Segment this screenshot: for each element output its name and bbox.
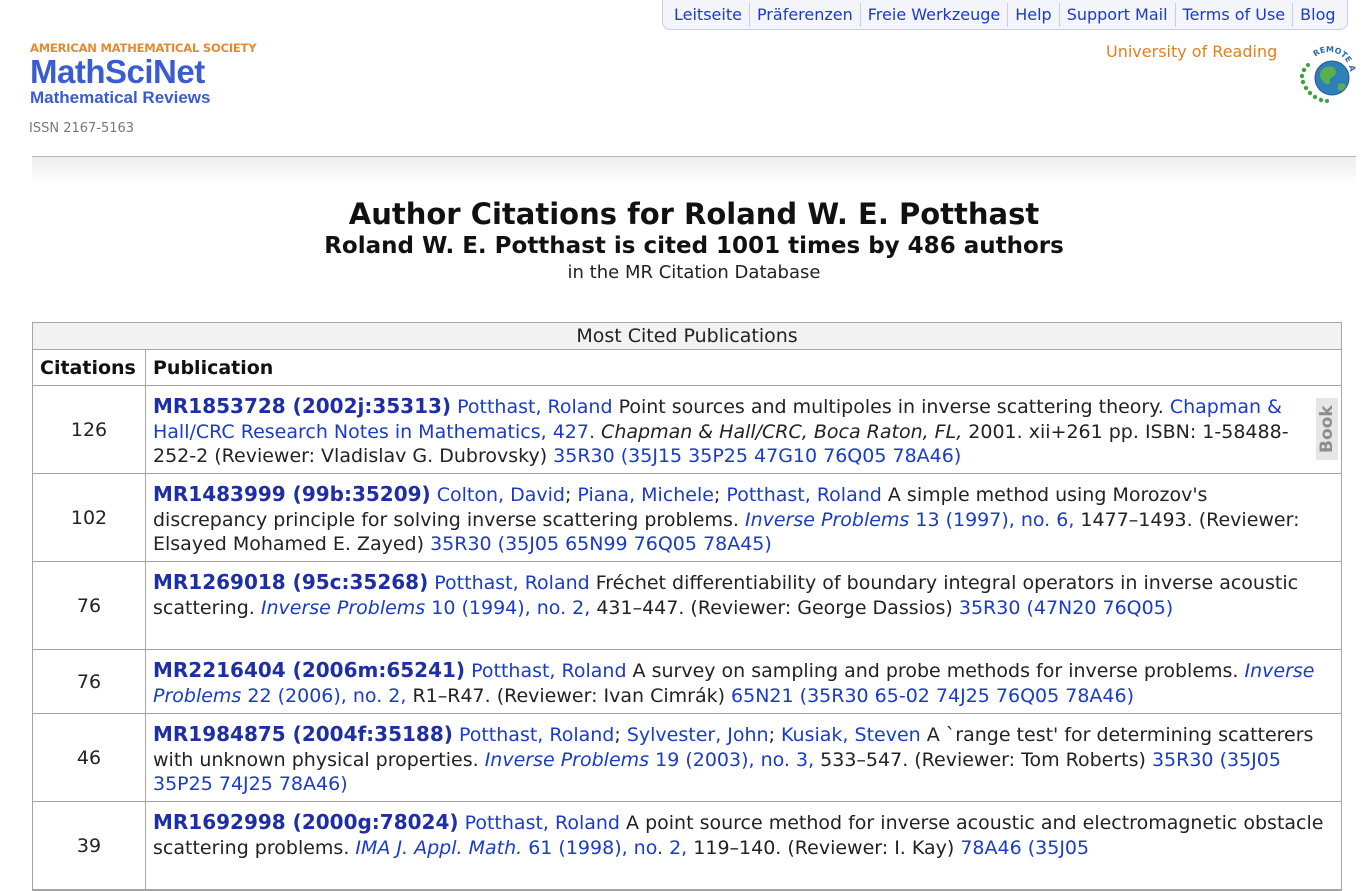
- pub-details: 119–140. (Reviewer: I. Kay): [687, 836, 961, 859]
- nav-link-terms[interactable]: Terms of Use: [1174, 2, 1293, 27]
- mr-number-link[interactable]: MR1984875 (2004f:35188): [153, 722, 453, 746]
- citation-count: 39: [33, 802, 146, 889]
- nav-link-free-tools[interactable]: Freie Werkzeuge: [859, 2, 1007, 27]
- journal-name: IMA J. Appl. Math.: [355, 836, 523, 859]
- mr-number-link[interactable]: MR2216404 (2006m:65241): [153, 658, 465, 682]
- author-link[interactable]: Potthast, Roland: [465, 812, 620, 834]
- top-nav: Leitseite Präferenzen Freie Werkzeuge He…: [662, 0, 1348, 30]
- citation-count: 46: [33, 714, 146, 801]
- publication-cell: MR1483999 (99b:35209) Colton, David; Pia…: [153, 482, 1300, 556]
- table-row: 76 MR2216404 (2006m:65241) Potthast, Rol…: [33, 650, 1341, 714]
- journal-name: Inverse Problems: [484, 748, 650, 771]
- most-cited-table: Most Cited Publications Citations Public…: [32, 322, 1342, 891]
- journal-name: Inverse Problems: [744, 508, 910, 531]
- table-row: 126 MR1853728 (2002j:35313) Potthast, Ro…: [33, 386, 1341, 474]
- book-tab[interactable]: Book: [1316, 398, 1338, 460]
- journal-issue: 10 (1994), no. 2,: [425, 596, 591, 619]
- citation-count: 126: [33, 386, 146, 473]
- classification-link[interactable]: 78A46 (35J05: [960, 837, 1089, 859]
- pub-title: A survey on sampling and probe methods f…: [626, 660, 1245, 682]
- classification-link[interactable]: 35R30 (35J05 65N99 76Q05 78A45): [430, 533, 772, 555]
- journal-issue: 61 (1998), no. 2,: [522, 836, 688, 859]
- mathscinet-logo[interactable]: AMERICAN MATHEMATICAL SOCIETY MathSciNet…: [30, 42, 257, 108]
- author-link[interactable]: Sylvester, John: [627, 724, 769, 746]
- nav-link-blog[interactable]: Blog: [1292, 2, 1342, 27]
- citation-count: 76: [33, 562, 146, 649]
- journal-issue: 22 (2006), no. 2,: [241, 684, 407, 707]
- classification-link[interactable]: 35R30 (35J15 35P25 47G10 76Q05 78A46): [553, 445, 961, 467]
- publication-cell: MR1269018 (95c:35268) Potthast, Roland F…: [146, 562, 1341, 649]
- author-link[interactable]: Colton, David: [437, 484, 565, 506]
- institution-name: University of Reading: [1106, 42, 1278, 61]
- publication-cell: MR1984875 (2004f:35188) Potthast, Roland…: [153, 722, 1314, 796]
- author-link[interactable]: Piana, Michele: [577, 484, 714, 506]
- publication-cell: MR1853728 (2002j:35313) Potthast, Roland…: [146, 386, 1341, 473]
- table-header: Citations Publication: [33, 350, 1341, 386]
- publication-cell: MR1692998 (2000g:78024) Potthast, Roland…: [146, 802, 1341, 889]
- journal-link[interactable]: Inverse Problems 10 (1994), no. 2,: [261, 597, 590, 619]
- page-title: Author Citations for Roland W. E. Pottha…: [348, 197, 1040, 231]
- author-link[interactable]: Potthast, Roland: [457, 396, 612, 418]
- header-publication: Publication: [153, 357, 274, 379]
- nav-link-preferences[interactable]: Präferenzen: [748, 2, 860, 27]
- publication-cell: MR2216404 (2006m:65241) Potthast, Roland…: [146, 650, 1341, 713]
- mr-number-link[interactable]: MR1853728 (2002j:35313): [153, 394, 451, 418]
- page-titles: Author Citations for Roland W. E. Pottha…: [0, 196, 1368, 286]
- classification-link[interactable]: 65N21 (35R30 65-02 74J25 76Q05 78A46): [731, 685, 1134, 707]
- pub-details: 533–547. (Reviewer: Tom Roberts): [814, 748, 1152, 771]
- journal-link[interactable]: Inverse Problems 13 (1997), no. 6,: [745, 509, 1074, 531]
- pub-title: Point sources and multipoles in inverse …: [612, 396, 1170, 418]
- citation-count: 102: [33, 474, 146, 561]
- table-row: 46 MR1984875 (2004f:35188) Potthast, Rol…: [33, 714, 1341, 802]
- issn-label: ISSN 2167-5163: [29, 121, 135, 136]
- pub-details: R1–R47. (Reviewer: Ivan Cimrák): [406, 684, 732, 707]
- citation-summary: Roland W. E. Potthast is cited 1001 time…: [324, 233, 1064, 259]
- citation-count: 76: [33, 650, 146, 713]
- table-row: 76 MR1269018 (95c:35268) Potthast, Rolan…: [33, 562, 1341, 650]
- table-row: 39 MR1692998 (2000g:78024) Potthast, Rol…: [33, 802, 1341, 890]
- header-citations: Citations: [33, 350, 146, 385]
- nav-link-home[interactable]: Leitseite: [667, 3, 749, 27]
- author-link[interactable]: Potthast, Roland: [726, 484, 881, 506]
- journal-link[interactable]: Inverse Problems 19 (2003), no. 3,: [485, 749, 814, 771]
- journal-issue: 19 (2003), no. 3,: [649, 748, 815, 771]
- mr-number-link[interactable]: MR1483999 (99b:35209): [153, 482, 431, 506]
- author-link[interactable]: Potthast, Roland: [471, 660, 626, 682]
- publisher: Chapman & Hall/CRC, Boca Raton, FL,: [595, 420, 963, 443]
- nav-link-support-mail[interactable]: Support Mail: [1058, 2, 1175, 27]
- nav-link-help[interactable]: Help: [1007, 2, 1058, 27]
- brand-name: MathSciNet: [30, 53, 205, 90]
- author-link[interactable]: Kusiak, Steven: [781, 724, 921, 746]
- author-link[interactable]: Potthast, Roland: [459, 724, 614, 746]
- journal-link[interactable]: IMA J. Appl. Math. 61 (1998), no. 2,: [355, 837, 687, 859]
- pub-details: 431–447. (Reviewer: George Dassios): [590, 596, 959, 619]
- database-note: in the MR Citation Database: [567, 262, 821, 283]
- classification-link[interactable]: 35R30 (47N20 76Q05): [959, 597, 1173, 619]
- author-link[interactable]: Potthast, Roland: [434, 572, 589, 594]
- journal-issue: 13 (1997), no. 6,: [909, 508, 1075, 531]
- remote-access-globe-icon: REMOTE ACCESS: [1296, 40, 1357, 103]
- mr-number-link[interactable]: MR1692998 (2000g:78024): [153, 810, 459, 834]
- header-divider: [32, 156, 1356, 186]
- table-row: 102 MR1483999 (99b:35209) Colton, David;…: [33, 474, 1341, 562]
- table-caption: Most Cited Publications: [33, 323, 1341, 350]
- brand-subtitle: Mathematical Reviews: [30, 88, 211, 107]
- journal-name: Inverse Problems: [260, 596, 426, 619]
- mr-number-link[interactable]: MR1269018 (95c:35268): [153, 570, 428, 594]
